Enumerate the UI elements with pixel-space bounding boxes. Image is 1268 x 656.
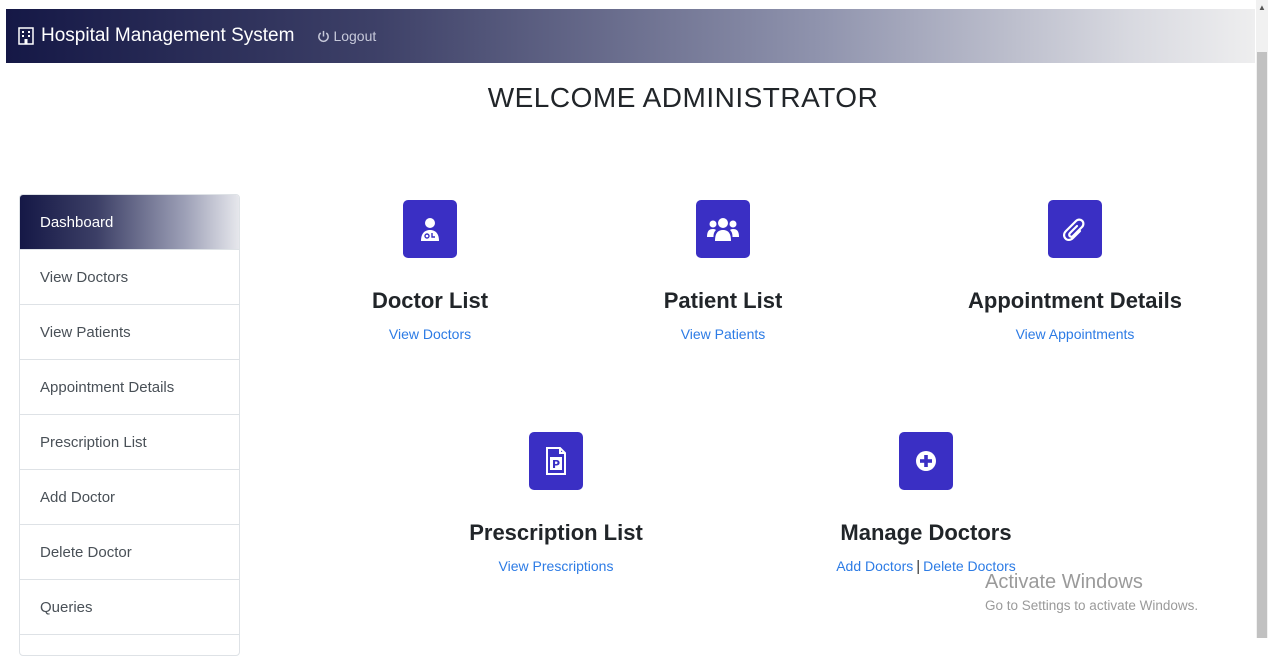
patient-card-icon-box xyxy=(696,200,750,258)
plus-circle-icon xyxy=(916,451,936,471)
svg-text:P: P xyxy=(552,458,560,471)
prescription-list-title: Prescription List xyxy=(469,520,643,545)
appointment-details-title: Appointment Details xyxy=(968,288,1182,313)
page-title: WELCOME ADMINISTRATOR xyxy=(487,82,879,113)
patient-list-card: Patient List View Patients xyxy=(623,200,823,344)
doctor-list-title: Doctor List xyxy=(371,288,489,313)
sidebar-menu: Dashboard View Doctors View Patients App… xyxy=(19,194,240,656)
watermark-title: Activate Windows xyxy=(985,571,1143,593)
paperclip-icon xyxy=(1062,218,1085,242)
sidebar-item-queries[interactable]: Queries xyxy=(20,580,239,635)
hospital-icon xyxy=(18,27,34,45)
users-icon xyxy=(707,218,739,241)
watermark-subtitle: Go to Settings to activate Windows. xyxy=(985,598,1199,613)
appointment-details-card: Appointment Details View Appointments xyxy=(955,200,1195,344)
top-navbar: Hospital Management System Logout xyxy=(6,9,1255,63)
doctor-card-icon-box xyxy=(403,200,457,258)
logout-label: Logout xyxy=(333,28,377,44)
link-separator: | xyxy=(916,558,921,575)
logout-link[interactable]: Logout xyxy=(317,28,376,44)
add-doctors-link[interactable]: Add Doctors xyxy=(836,558,913,574)
sidebar-item-dashboard[interactable]: Dashboard xyxy=(20,195,239,250)
prescription-list-card: P Prescription List View Prescriptions xyxy=(456,432,656,576)
sidebar-item-appointment-details[interactable]: Appointment Details xyxy=(20,360,239,415)
manage-doctors-title: Manage Doctors xyxy=(840,520,1012,545)
manage-card-icon-box xyxy=(899,432,953,490)
appointment-card-icon-box xyxy=(1048,200,1102,258)
sidebar-item-view-patients[interactable]: View Patients xyxy=(20,305,239,360)
view-doctors-link[interactable]: View Doctors xyxy=(389,326,471,342)
user-doctor-icon xyxy=(421,218,439,241)
sidebar-item-delete-doctor[interactable]: Delete Doctor xyxy=(20,525,239,580)
sidebar-item-prescription-list[interactable]: Prescription List xyxy=(20,415,239,470)
doctor-list-card: Doctor List View Doctors xyxy=(330,200,530,344)
navbar-brand-label: Hospital Management System xyxy=(41,25,295,46)
scroll-up-arrow-icon[interactable]: ▲ xyxy=(1257,3,1267,13)
manage-doctors-card: Manage Doctors Add Doctors | Delete Doctor… xyxy=(806,432,1046,576)
patient-list-title: Patient List xyxy=(663,288,783,313)
sidebar-item-add-doctor[interactable]: Add Doctor xyxy=(20,470,239,525)
sidebar-item-view-doctors[interactable]: View Doctors xyxy=(20,250,239,305)
prescription-card-icon-box: P xyxy=(529,432,583,490)
activate-windows-watermark: Activate Windows Go to Settings to activ… xyxy=(985,571,1198,613)
navbar-brand[interactable]: Hospital Management System xyxy=(18,25,294,47)
prescription-file-icon: P xyxy=(546,447,566,475)
view-prescriptions-link[interactable]: View Prescriptions xyxy=(499,558,614,574)
scrollbar-thumb[interactable] xyxy=(1257,52,1267,638)
view-patients-link[interactable]: View Patients xyxy=(681,326,766,342)
view-appointments-link[interactable]: View Appointments xyxy=(1016,326,1135,342)
power-icon xyxy=(318,30,330,42)
